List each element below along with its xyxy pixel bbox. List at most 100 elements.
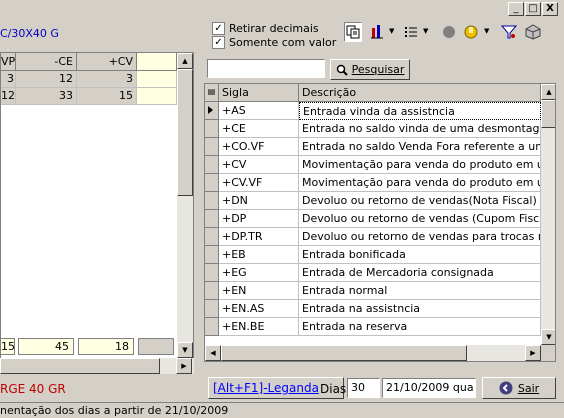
cube-icon[interactable] <box>524 22 542 42</box>
cell-sigla[interactable]: +CO.VF <box>219 138 299 156</box>
scroll-up-button[interactable]: ▲ <box>541 84 555 100</box>
cell-sigla[interactable]: +CV.VF <box>219 174 299 192</box>
row-indicator[interactable] <box>205 102 219 120</box>
somente-com-valor-label: Somente com valor <box>229 36 337 49</box>
cell-descricao[interactable]: Entrada na assistncia <box>299 300 541 318</box>
row-indicator[interactable] <box>205 300 219 318</box>
cell-sigla[interactable]: +EN <box>219 282 299 300</box>
table-row[interactable]: +CV.VF Movimentação para venda do produto… <box>205 174 541 192</box>
row-indicator[interactable] <box>205 138 219 156</box>
circle-icon[interactable] <box>440 22 458 42</box>
left-header-cv[interactable]: +CV <box>77 53 137 71</box>
cell-descricao[interactable]: Entrada vinda da assistncia <box>299 102 541 120</box>
cell-sigla[interactable]: +DP.TR <box>219 228 299 246</box>
row-indicator[interactable] <box>205 120 219 138</box>
table-row[interactable]: +EB Entrada bonificada <box>205 246 541 264</box>
scroll-right-button[interactable]: ▶ <box>176 358 192 374</box>
row-indicator[interactable] <box>205 318 219 336</box>
left-vertical-scrollbar[interactable]: ▲ ▼ <box>177 53 193 358</box>
row-indicator[interactable] <box>205 228 219 246</box>
table-row[interactable]: +EN.BE Entrada na reserva <box>205 318 541 336</box>
retirar-decimais-checkbox[interactable]: ✓ <box>212 22 225 35</box>
row-indicator[interactable] <box>205 264 219 282</box>
scroll-thumb[interactable] <box>541 100 555 128</box>
table-row[interactable]: +CO.VF Entrada no saldo Venda Fora refere… <box>205 138 541 156</box>
table-row[interactable]: +AS Entrada vinda da assistncia <box>205 102 541 120</box>
row-indicator[interactable] <box>205 156 219 174</box>
header-descricao[interactable]: Descrição <box>299 84 541 102</box>
cell-descricao[interactable]: Entrada no saldo Venda Fora referente a … <box>299 138 541 156</box>
minimize-button[interactable]: _ <box>508 2 524 16</box>
option-retirar-decimais[interactable]: ✓ Retirar decimais <box>212 22 319 35</box>
cell-sigla[interactable]: +EG <box>219 264 299 282</box>
scroll-thumb[interactable] <box>177 69 193 196</box>
table-row[interactable]: +DP.TR Devoluo ou retorno de vendas para … <box>205 228 541 246</box>
left-horizontal-scrollbar[interactable]: ▶ <box>0 358 194 374</box>
window-controls: _ □ X <box>508 2 558 16</box>
cell-descricao[interactable]: Entrada bonificada <box>299 246 541 264</box>
dias-input[interactable]: 30 <box>347 378 380 398</box>
cell-descricao[interactable]: Entrada de Mercadoria consignada <box>299 264 541 282</box>
cell-sigla[interactable]: +EN.BE <box>219 318 299 336</box>
left-cell: 15 <box>77 88 137 105</box>
cell-descricao[interactable]: Entrada na reserva <box>299 318 541 336</box>
table-row[interactable]: +EN.AS Entrada na assistncia <box>205 300 541 318</box>
scroll-up-button[interactable]: ▲ <box>177 53 193 69</box>
cell-descricao[interactable]: Devoluo ou retorno de vendas para trocas… <box>299 228 541 246</box>
table-row[interactable]: +EG Entrada de Mercadoria consignada <box>205 264 541 282</box>
close-button[interactable]: X <box>542 2 558 16</box>
row-indicator[interactable] <box>205 192 219 210</box>
left-cell: 3 <box>1 71 16 88</box>
search-input[interactable] <box>207 59 325 78</box>
row-indicator[interactable] <box>205 210 219 228</box>
cell-sigla[interactable]: +EB <box>219 246 299 264</box>
copy-icon[interactable] <box>344 22 362 42</box>
left-header-vp[interactable]: VP <box>1 53 16 71</box>
scroll-down-button[interactable]: ▼ <box>177 342 193 358</box>
table-row[interactable]: +EN Entrada normal <box>205 282 541 300</box>
row-indicator[interactable] <box>205 282 219 300</box>
scroll-thumb[interactable] <box>0 358 160 374</box>
table-row[interactable]: +CV Movimentação para venda do produto em… <box>205 156 541 174</box>
cell-descricao[interactable]: Entrada normal <box>299 282 541 300</box>
cell-descricao[interactable]: Devoluo ou retorno de vendas (Cupom Fisc… <box>299 210 541 228</box>
search-button[interactable]: Pesquisar <box>330 59 410 80</box>
grid-header-row: ▤ Sigla Descrição <box>205 84 541 102</box>
cell-descricao[interactable]: Movimentação para venda do produto em um… <box>299 174 541 192</box>
cell-sigla[interactable]: +DN <box>219 192 299 210</box>
table-row[interactable]: +DN Devoluo ou retorno de vendas(Nota Fis… <box>205 192 541 210</box>
chart-icon[interactable] <box>368 22 386 42</box>
scroll-thumb[interactable] <box>221 345 467 361</box>
hand-dropdown-icon[interactable]: ▼ <box>484 27 489 35</box>
list-dropdown-icon[interactable]: ▼ <box>423 27 428 35</box>
date-input[interactable]: 21/10/2009 qua <box>382 378 476 398</box>
cell-sigla[interactable]: +DP <box>219 210 299 228</box>
cell-descricao[interactable]: Devoluo ou retorno de vendas(Nota Fiscal… <box>299 192 541 210</box>
somente-com-valor-checkbox[interactable]: ✓ <box>212 36 225 49</box>
table-row[interactable]: +CE Entrada no saldo vinda de uma desmont… <box>205 120 541 138</box>
row-indicator[interactable] <box>205 246 219 264</box>
filter-icon[interactable] <box>500 22 518 42</box>
cell-sigla[interactable]: +EN.AS <box>219 300 299 318</box>
exit-button[interactable]: Sair <box>482 377 556 399</box>
scroll-down-button[interactable]: ▼ <box>541 329 555 345</box>
left-header-extra <box>137 53 177 71</box>
hand-icon[interactable] <box>462 22 480 42</box>
cell-sigla[interactable]: +CE <box>219 120 299 138</box>
scroll-right-button[interactable]: ▶ <box>525 345 541 361</box>
cell-sigla[interactable]: +AS <box>219 102 299 120</box>
table-row[interactable]: +DP Devoluo ou retorno de vendas (Cupom F… <box>205 210 541 228</box>
cell-descricao[interactable]: Movimentação para venda do produto em um… <box>299 156 541 174</box>
list-icon[interactable] <box>402 22 420 42</box>
chart-dropdown-icon[interactable]: ▼ <box>389 27 394 35</box>
maximize-button[interactable]: □ <box>525 2 541 16</box>
header-sigla[interactable]: Sigla <box>219 84 299 102</box>
right-horizontal-scrollbar[interactable]: ◀ ▶ <box>205 345 541 361</box>
cell-descricao[interactable]: Entrada no saldo vinda de uma desmontage… <box>299 120 541 138</box>
option-somente-com-valor[interactable]: ✓ Somente com valor <box>212 36 336 49</box>
scroll-left-button[interactable]: ◀ <box>205 345 221 361</box>
right-vertical-scrollbar[interactable]: ▲ ▼ <box>541 84 555 345</box>
cell-sigla[interactable]: +CV <box>219 156 299 174</box>
row-indicator[interactable] <box>205 174 219 192</box>
left-header-ce[interactable]: -CE <box>16 53 77 71</box>
